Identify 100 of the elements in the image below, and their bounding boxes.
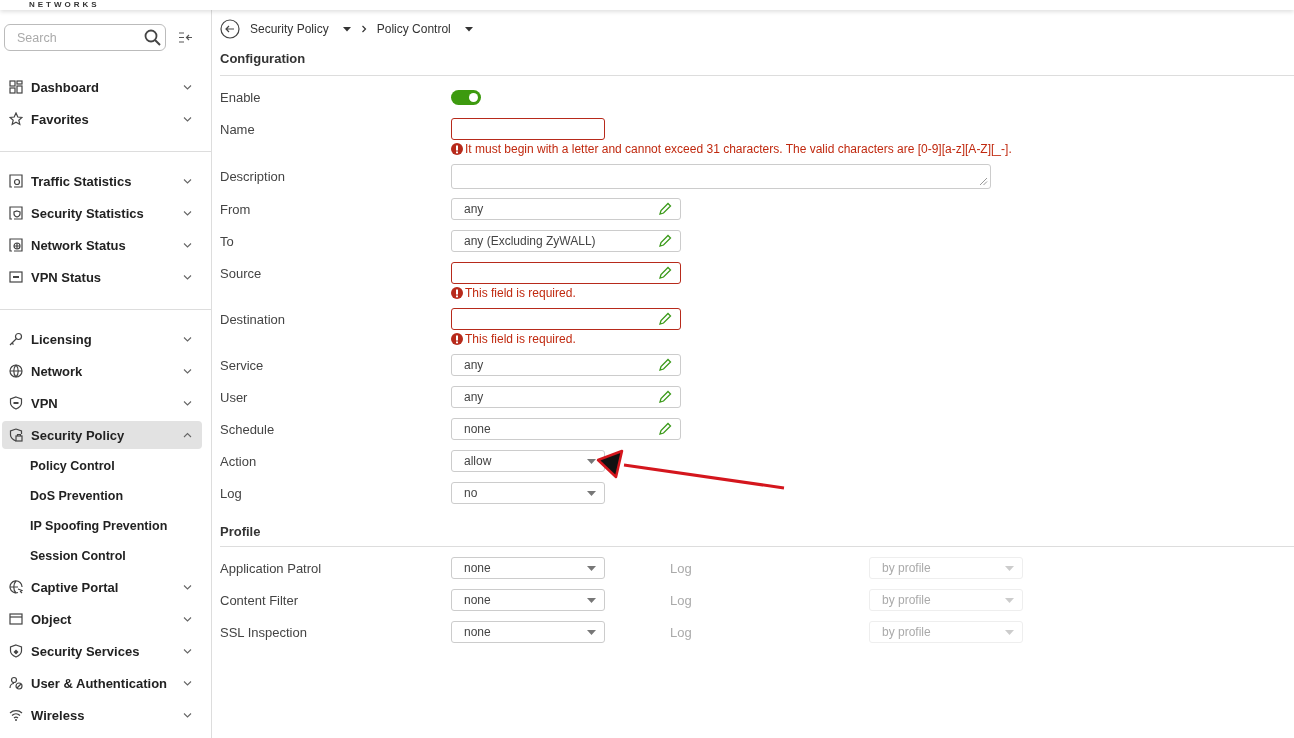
sidebar-item[interactable]: Favorites (2, 103, 202, 135)
textarea-input[interactable] (451, 163, 991, 189)
collapse-menu-icon[interactable] (178, 31, 193, 44)
object-picker[interactable] (451, 262, 681, 284)
search-icon (144, 29, 161, 46)
pencil-icon (658, 202, 672, 216)
dropdown[interactable]: none (451, 621, 605, 643)
dropdown[interactable]: no (451, 482, 605, 504)
pencil-icon (658, 266, 672, 280)
caret-down-icon (587, 597, 596, 603)
text-input[interactable] (451, 118, 605, 140)
caret-down-icon (587, 629, 596, 635)
sidebar-item[interactable]: Security Policy (2, 421, 202, 449)
log-label: Log (669, 560, 693, 576)
dropdown[interactable]: allow (451, 450, 605, 472)
chevron-up-icon (183, 431, 192, 439)
object-picker[interactable]: any (451, 198, 681, 220)
pencil-icon (658, 312, 672, 326)
chevron-down-icon (183, 583, 192, 591)
submenu-item[interactable]: DoS Prevention (0, 481, 211, 511)
globe-cursor-icon (9, 580, 23, 594)
submenu-item[interactable]: IP Spoofing Prevention (0, 511, 211, 541)
sidebar-item[interactable]: Captive Portal (2, 571, 202, 603)
field-label: SSL Inspection (220, 624, 308, 640)
field-label: From (220, 201, 252, 217)
sidebar-item[interactable]: Wireless (2, 699, 202, 731)
field-label: Log (220, 485, 243, 501)
field-label: Destination (220, 311, 287, 327)
grid-icon (9, 80, 23, 94)
dropdown[interactable]: none (451, 557, 605, 579)
gear-window-icon (9, 174, 23, 188)
shield-icon (9, 644, 23, 658)
caret-down-icon (342, 26, 351, 32)
log-label: Log (669, 624, 693, 640)
chevron-down-icon (183, 335, 192, 343)
pencil-icon (658, 234, 672, 248)
shield-window-icon (9, 206, 23, 220)
section-title: Configuration (220, 44, 1294, 76)
breadcrumb-dropdown[interactable]: Policy Control (376, 22, 473, 36)
error-icon (451, 287, 463, 299)
caret-down-icon (1005, 629, 1014, 635)
sidebar-item[interactable]: VPN (2, 387, 202, 419)
sidebar-item[interactable]: Security Services (2, 635, 202, 667)
logo-text: NETWORKS (29, 0, 100, 10)
field-label: Content Filter (220, 592, 300, 608)
section-title: Profile (220, 516, 1294, 547)
submenu-item[interactable]: Policy Control (0, 451, 211, 481)
search-field[interactable]: Search (4, 24, 166, 51)
log-dropdown: by profile (869, 557, 1023, 579)
field-label: Application Patrol (220, 560, 323, 576)
sidebar-item[interactable]: Licensing (2, 323, 202, 355)
chevron-down-icon (183, 615, 192, 623)
log-label: Log (669, 592, 693, 608)
sidebar-item[interactable]: User & Authentication (2, 667, 202, 699)
field-label: Source (220, 265, 263, 281)
users-icon (9, 676, 23, 690)
caret-down-icon (464, 26, 473, 32)
sidebar-item[interactable]: VPN Status (2, 261, 202, 293)
sidebar-item[interactable]: Security Statistics (2, 197, 202, 229)
object-picker[interactable]: any (451, 386, 681, 408)
chevron-right-icon (360, 25, 367, 33)
sidebar-item[interactable]: Traffic Statistics (2, 165, 202, 197)
sidebar-item[interactable]: Object (2, 603, 202, 635)
caret-down-icon (587, 458, 596, 464)
pencil-icon (658, 390, 672, 404)
field-label: To (220, 233, 235, 249)
toggle-switch[interactable] (451, 89, 481, 105)
caret-down-icon (587, 490, 596, 496)
field-label: Description (220, 168, 287, 184)
globe-icon (9, 364, 23, 378)
pencil-icon (658, 358, 672, 372)
chevron-down-icon (183, 711, 192, 719)
error-icon (451, 143, 463, 155)
error-message: This field is required. (451, 283, 1294, 303)
chevron-down-icon (183, 647, 192, 655)
sidebar-item[interactable]: Network (2, 355, 202, 387)
log-dropdown: by profile (869, 621, 1023, 643)
chevron-down-icon (183, 209, 192, 217)
breadcrumb-dropdown[interactable]: Security Policy (250, 22, 351, 36)
back-icon[interactable] (220, 19, 240, 39)
field-label: User (220, 389, 249, 405)
field-label: Name (220, 121, 256, 137)
caret-down-icon (1005, 565, 1014, 571)
submenu-item[interactable]: Session Control (0, 541, 211, 571)
dropdown[interactable]: none (451, 589, 605, 611)
chevron-down-icon (183, 83, 192, 91)
object-picker[interactable] (451, 308, 681, 330)
error-message: This field is required. (451, 329, 1294, 349)
sidebar-item[interactable]: Network Status (2, 229, 202, 261)
object-picker[interactable]: any (451, 354, 681, 376)
caret-down-icon (1005, 597, 1014, 603)
object-picker[interactable]: none (451, 418, 681, 440)
object-picker[interactable]: any (Excluding ZyWALL) (451, 230, 681, 252)
chevron-down-icon (183, 679, 192, 687)
resize-handle-icon (979, 176, 988, 186)
vpn-window-icon (9, 270, 23, 284)
star-icon (9, 112, 23, 126)
sidebar-item[interactable]: Dashboard (2, 71, 202, 103)
field-label: Action (220, 453, 258, 469)
shield-icon (9, 396, 23, 410)
